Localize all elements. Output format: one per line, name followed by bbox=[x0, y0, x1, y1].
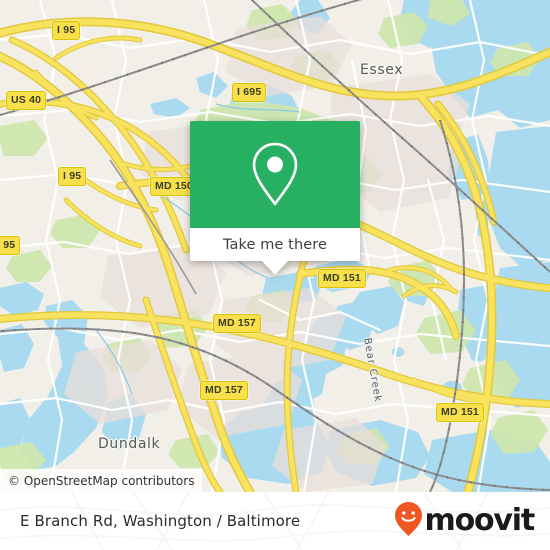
page-title: E Branch Rd, Washington / Baltimore bbox=[20, 512, 301, 530]
popup-pointer bbox=[262, 261, 288, 275]
route-shield-i95-mid: I 95 bbox=[58, 167, 87, 186]
route-shield-i95-north: I 95 bbox=[52, 21, 81, 40]
attribution-text[interactable]: © OpenStreetMap contributors bbox=[8, 474, 194, 488]
take-me-there-button[interactable]: Take me there bbox=[223, 237, 327, 253]
route-shield-i95-west-edge: I 95 bbox=[0, 236, 21, 255]
map-pin-icon bbox=[248, 140, 302, 210]
footer-bar: E Branch Rd, Washington / Baltimore moov… bbox=[0, 492, 550, 550]
popup-footer[interactable]: Take me there bbox=[190, 228, 360, 261]
route-shield-md157-north: MD 157 bbox=[213, 314, 261, 333]
route-shield-md157-south: MD 157 bbox=[200, 381, 248, 400]
moovit-wordmark: moovit bbox=[424, 503, 536, 538]
route-shield-us40: US 40 bbox=[6, 91, 47, 110]
location-popup-card[interactable]: Take me there bbox=[190, 121, 360, 275]
map-canvas[interactable]: Essex Dundalk Bear Creek I 95 US 40 I 69… bbox=[0, 0, 550, 492]
route-shield-i695: I 695 bbox=[232, 83, 267, 102]
route-shield-md151-south: MD 151 bbox=[436, 403, 484, 422]
popup-header bbox=[190, 121, 360, 228]
map-screenshot: Essex Dundalk Bear Creek I 95 US 40 I 69… bbox=[0, 0, 550, 550]
moovit-brand-logo[interactable]: moovit bbox=[394, 501, 536, 542]
attribution-bar[interactable]: © OpenStreetMap contributors bbox=[0, 469, 203, 492]
route-shield-md151-north: MD 151 bbox=[318, 269, 366, 288]
moovit-smiley-pin-icon bbox=[394, 501, 423, 542]
